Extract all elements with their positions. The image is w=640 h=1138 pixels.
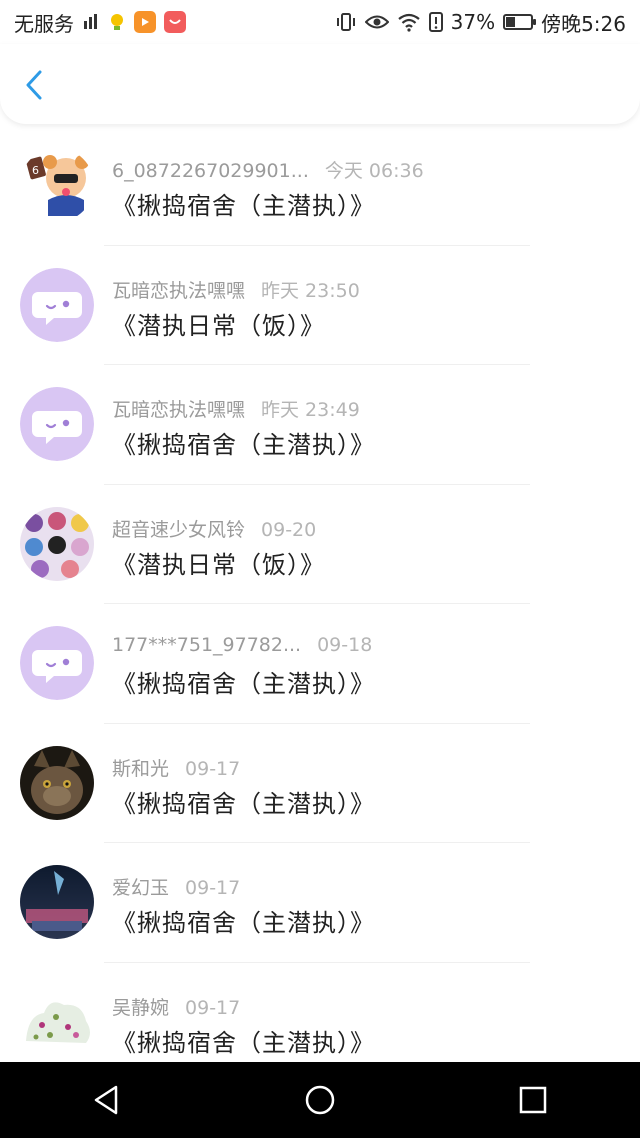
avatar[interactable] — [20, 984, 94, 1059]
message-text: 《揪捣宿舍（主潜执）》 — [112, 1028, 375, 1057]
sender-name: 超音速少女风铃 — [112, 518, 246, 541]
message-meta: 吴静婉 09-17 — [112, 993, 240, 1020]
message-text: 《揪捣宿舍（主潜执）》 — [112, 789, 375, 818]
carrier-text: 无服务 — [14, 11, 74, 36]
alert-icon — [428, 11, 443, 33]
message-meta: 爱幻玉 09-17 — [112, 873, 240, 900]
top-app-bar — [0, 44, 640, 124]
avatar[interactable] — [20, 387, 94, 461]
message-time: 昨天 23:50 — [261, 279, 360, 302]
sender-name: 吴静婉 — [112, 996, 170, 1019]
message-text: 《揪捣宿舍（主潜执）》 — [112, 909, 375, 937]
message-row[interactable]: 超音速少女风铃 09-20 《潜执日常（饭）》 — [0, 485, 640, 604]
clock: 傍晚5:26 — [541, 11, 626, 36]
avatar[interactable]: 6 — [20, 148, 94, 222]
status-right: 37% 傍晚5:26 — [335, 8, 626, 37]
sender-name: 爱幻玉 — [112, 877, 170, 899]
bulb-icon — [108, 12, 126, 32]
message-meta: 超音速少女风铃 09-20 — [112, 515, 316, 542]
message-time: 09-18 — [317, 634, 373, 656]
avatar[interactable] — [20, 745, 94, 820]
back-triangle-icon — [94, 1085, 117, 1115]
message-time: 09-17 — [185, 996, 241, 1019]
message-text: 《揪捣宿舍（主潜执）》 — [112, 192, 375, 220]
system-navigation-bar — [0, 1062, 640, 1138]
message-meta: 瓦暗恋执法嘿嘿 昨天 23:49 — [112, 395, 360, 422]
status-bar: 无服务 37% 傍晚5:26 — [0, 0, 640, 44]
battery-fill — [506, 17, 515, 27]
nav-home-button[interactable] — [300, 1080, 340, 1120]
message-row[interactable]: 瓦暗恋执法嘿嘿 昨天 23:49 《揪捣宿舍（主潜执）》 — [0, 365, 640, 485]
recents-square-icon — [520, 1086, 547, 1114]
nav-recents-button[interactable] — [513, 1080, 553, 1120]
message-time: 昨天 23:49 — [261, 399, 360, 421]
battery-percent: 37% — [450, 10, 496, 34]
message-time: 今天 06:36 — [324, 160, 424, 182]
battery-icon — [503, 14, 537, 30]
back-button[interactable] — [18, 68, 52, 102]
avatar[interactable] — [20, 267, 94, 342]
sender-name: 177***751_97782... — [112, 634, 302, 656]
message-row[interactable]: 瓦暗恋执法嘿嘿 昨天 23:50 《潜执日常（饭）》 — [0, 246, 640, 365]
nav-back-button[interactable] — [87, 1080, 127, 1120]
message-text: 《揪捣宿舍（主潜执）》 — [112, 670, 375, 698]
sender-name: 斯和光 — [112, 757, 170, 780]
huawei-app-icon — [164, 11, 186, 33]
avatar[interactable] — [20, 506, 94, 581]
eye-icon — [364, 13, 389, 31]
message-row[interactable]: 爱幻玉 09-17 《揪捣宿舍（主潜执）》 — [0, 843, 640, 963]
signal-icon — [82, 13, 100, 31]
video-app-icon — [134, 11, 156, 33]
home-circle-icon — [305, 1085, 335, 1115]
message-meta: 瓦暗恋执法嘿嘿 昨天 23:50 — [112, 276, 360, 303]
message-time: 09-17 — [185, 877, 241, 899]
sender-name: 6_0872267029901... — [112, 160, 309, 182]
message-text: 《潜执日常（饭）》 — [112, 311, 325, 340]
svg-text:6: 6 — [32, 164, 39, 177]
message-row[interactable]: 斯和光 09-17 《揪捣宿舍（主潜执）》 — [0, 724, 640, 843]
avatar[interactable] — [20, 865, 94, 939]
message-meta: 177***751_97782... 09-18 — [112, 634, 372, 656]
message-row[interactable]: 吴静婉 09-17 《揪捣宿舍（主潜执）》 — [0, 963, 640, 1063]
sender-name: 瓦暗恋执法嘿嘿 — [112, 399, 246, 421]
message-row[interactable]: 6 6_0872267029901... 今天 06:36 《揪捣宿舍（主潜执）》 — [0, 126, 640, 246]
message-meta: 6_0872267029901... 今天 06:36 — [112, 156, 424, 183]
chevron-left-icon — [26, 70, 42, 100]
vibrate-icon — [335, 11, 357, 33]
status-left: 无服务 — [14, 8, 186, 37]
message-text: 《潜执日常（饭）》 — [112, 550, 325, 579]
message-list: 6 6_0872267029901... 今天 06:36 《揪捣宿舍（主潜执）》 瓦暗… — [0, 126, 640, 1062]
avatar[interactable] — [20, 626, 94, 700]
sender-name: 瓦暗恋执法嘿嘿 — [112, 279, 246, 302]
message-text: 《揪捣宿舍（主潜执）》 — [112, 431, 375, 459]
message-meta: 斯和光 09-17 — [112, 754, 240, 781]
message-time: 09-17 — [185, 757, 241, 780]
message-time: 09-20 — [261, 518, 317, 541]
message-row[interactable]: 177***751_97782... 09-18 《揪捣宿舍（主潜执）》 — [0, 604, 640, 724]
wifi-icon — [397, 12, 421, 32]
